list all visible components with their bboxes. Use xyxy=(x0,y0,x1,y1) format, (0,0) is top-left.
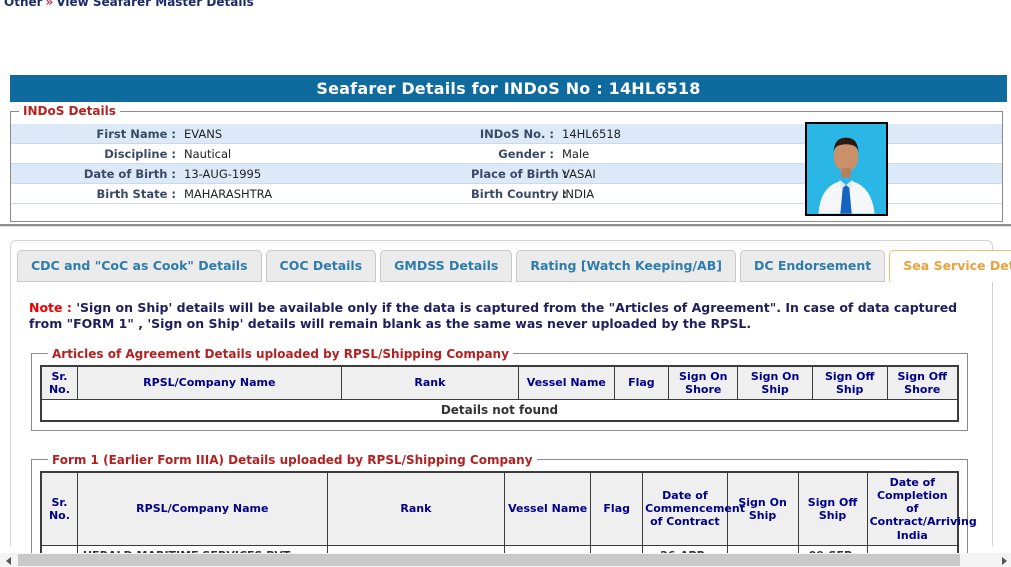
tab-sea-service-details[interactable]: Sea Service Details xyxy=(889,250,1011,282)
col-date-of-completion: Date of Completion of Contract/Arriving … xyxy=(867,472,958,545)
page-title-bar: Seafarer Details for INDoS No : 14HL6518 xyxy=(10,75,1007,102)
col-sign-off-shore: Sign Off Shore xyxy=(887,366,958,400)
date-of-birth-label: Date of Birth : xyxy=(11,167,181,181)
articles-header-row: Sr. No. RPSL/Company Name Rank Vessel Na… xyxy=(41,366,958,400)
col-sign-off-ship: Sign Off Ship xyxy=(798,472,867,545)
first-name-label: First Name : xyxy=(11,127,181,141)
gender-label: Gender : xyxy=(471,147,559,161)
col-rpsl-company-name: RPSL/Company Name xyxy=(77,366,341,400)
sea-service-tab-content: Note : 'Sign on Ship' details will be av… xyxy=(11,282,992,567)
page: Other»View Seafarer Master Details Seafa… xyxy=(0,0,1011,567)
tab-cdc-coc-cook-details[interactable]: CDC and "CoC as Cook" Details xyxy=(17,250,262,282)
col-flag: Flag xyxy=(591,472,643,545)
scroll-right-arrow-icon[interactable] xyxy=(1002,557,1007,565)
form1-fieldset: Form 1 (Earlier Form IIIA) Details uploa… xyxy=(31,453,968,567)
col-flag: Flag xyxy=(614,366,669,400)
page-title: Seafarer Details for INDoS No : 14HL6518 xyxy=(316,79,700,98)
col-sign-off-ship: Sign Off Ship xyxy=(812,366,887,400)
tab-gmdss-details[interactable]: GMDSS Details xyxy=(380,250,512,282)
col-sr-no: Sr. No. xyxy=(41,366,77,400)
articles-of-agreement-legend: Articles of Agreement Details uploaded b… xyxy=(48,347,513,361)
indos-details-legend: INDoS Details xyxy=(19,104,120,118)
indos-no-label: INDoS No. : xyxy=(471,127,559,141)
horizontal-scrollbar[interactable] xyxy=(0,553,1011,567)
tab-coc-details[interactable]: COC Details xyxy=(266,250,377,282)
breadcrumb-parent[interactable]: Other xyxy=(4,0,43,9)
seafarer-photo xyxy=(805,122,888,216)
birth-state-label: Birth State : xyxy=(11,187,181,201)
note-text: 'Sign on Ship' details will be available… xyxy=(29,300,957,331)
articles-empty-row: Details not found xyxy=(41,399,958,421)
col-sign-on-ship: Sign On Ship xyxy=(738,366,813,400)
col-date-of-commencement: Date of Commencement of Contract xyxy=(643,472,728,545)
breadcrumb: Other»View Seafarer Master Details xyxy=(4,0,254,9)
col-vessel-name: Vessel Name xyxy=(519,366,615,400)
col-vessel-name: Vessel Name xyxy=(505,472,591,545)
gender-value: Male xyxy=(559,147,1002,161)
col-sign-on-shore: Sign On Shore xyxy=(669,366,738,400)
discipline-value: Nautical xyxy=(181,147,471,161)
scroll-left-arrow-icon[interactable] xyxy=(6,557,11,565)
col-rank: Rank xyxy=(327,472,504,545)
sign-on-ship-note: Note : 'Sign on Ship' details will be av… xyxy=(29,300,976,333)
birth-country-value: INDIA xyxy=(559,187,1002,201)
details-not-found-message: Details not found xyxy=(41,399,958,421)
tab-dc-endorsement[interactable]: DC Endorsement xyxy=(740,250,885,282)
breadcrumb-current: View Seafarer Master Details xyxy=(56,0,253,9)
seafarer-tabs-panel: CDC and "CoC as Cook" Details COC Detail… xyxy=(10,240,993,550)
discipline-label: Discipline : xyxy=(11,147,181,161)
birth-state-value: MAHARASHTRA xyxy=(181,187,471,201)
form1-legend: Form 1 (Earlier Form IIIA) Details uploa… xyxy=(48,453,537,467)
articles-of-agreement-fieldset: Articles of Agreement Details uploaded b… xyxy=(31,347,968,431)
form1-header-row: Sr. No. RPSL/Company Name Rank Vessel Na… xyxy=(41,472,958,545)
breadcrumb-separator: » xyxy=(43,0,57,9)
articles-of-agreement-table: Sr. No. RPSL/Company Name Rank Vessel Na… xyxy=(40,365,959,422)
birth-country-label: Birth Country : xyxy=(471,187,559,201)
place-of-birth-value: VASAI xyxy=(559,167,1002,181)
tab-rating-watch-keeping[interactable]: Rating [Watch Keeping/AB] xyxy=(516,250,736,282)
col-rpsl-company-name: RPSL/Company Name xyxy=(77,472,327,545)
col-sr-no: Sr. No. xyxy=(41,472,77,545)
indos-no-value: 14HL6518 xyxy=(559,127,1002,141)
col-rank: Rank xyxy=(341,366,518,400)
place-of-birth-label: Place of Birth : xyxy=(471,167,559,181)
note-label: Note : xyxy=(29,300,72,315)
date-of-birth-value: 13-AUG-1995 xyxy=(181,167,471,181)
tabs-row: CDC and "CoC as Cook" Details COC Detail… xyxy=(11,241,992,282)
horizontal-scrollbar-thumb[interactable] xyxy=(18,554,960,566)
col-sign-on-ship: Sign On Ship xyxy=(727,472,798,545)
section-divider xyxy=(0,224,1011,227)
first-name-value: EVANS xyxy=(181,127,471,141)
